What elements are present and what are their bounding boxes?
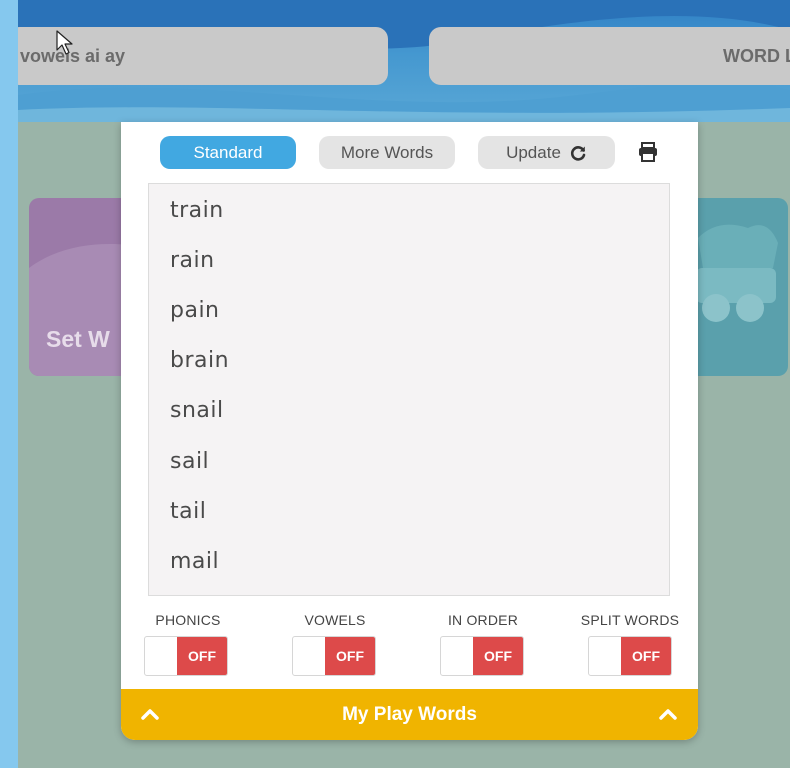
- word-item: snail: [170, 398, 224, 423]
- tab-more-words[interactable]: More Words: [319, 136, 455, 169]
- top-banner: vowels ai ay WORD LI: [18, 0, 790, 122]
- phonics-toggle-label: PHONICS: [155, 612, 221, 628]
- vowels-toggle-state: OFF: [325, 637, 375, 675]
- word-list-panel: Standard More Words Update train rain pa…: [121, 122, 698, 740]
- word-item: mail: [170, 549, 220, 574]
- in-order-toggle-label: IN ORDER: [447, 612, 519, 628]
- mouse-cursor-icon: [56, 30, 73, 55]
- word-item: sail: [170, 449, 210, 474]
- word-item: rain: [170, 248, 215, 273]
- split-words-toggle[interactable]: OFF: [588, 636, 672, 676]
- chevron-up-icon[interactable]: [658, 707, 678, 721]
- refresh-icon: [570, 145, 586, 161]
- split-words-toggle-state: OFF: [621, 637, 671, 675]
- phonics-toggle-state: OFF: [177, 637, 227, 675]
- word-item: tail: [170, 499, 207, 524]
- word-list: train rain pain brain snail sail tail ma…: [148, 183, 670, 596]
- tab-more-words-label: More Words: [340, 142, 434, 162]
- printer-icon[interactable]: [636, 140, 660, 164]
- word-item: pain: [170, 298, 220, 323]
- in-order-toggle-state: OFF: [473, 637, 523, 675]
- in-order-toggle[interactable]: OFF: [440, 636, 524, 676]
- update-button-label: Update: [506, 142, 561, 162]
- tab-standard[interactable]: Standard: [160, 136, 296, 169]
- my-play-words-bar[interactable]: My Play Words: [121, 689, 698, 740]
- my-play-words-label: My Play Words: [342, 704, 477, 725]
- set-words-card-label: Set W: [46, 326, 110, 352]
- vowels-toggle[interactable]: OFF: [292, 636, 376, 676]
- tab-standard-label: Standard: [193, 142, 263, 162]
- update-button[interactable]: Update: [478, 136, 615, 169]
- word-list-selector[interactable]: WORD LI: [429, 27, 790, 85]
- word-list-label: WORD LI: [723, 45, 790, 66]
- word-item: brain: [170, 348, 230, 373]
- word-item: train: [170, 198, 224, 223]
- vowels-toggle-label: VOWELS: [304, 612, 366, 628]
- phonics-toggle[interactable]: OFF: [144, 636, 228, 676]
- split-words-toggle-label: SPLIT WORDS: [580, 612, 680, 628]
